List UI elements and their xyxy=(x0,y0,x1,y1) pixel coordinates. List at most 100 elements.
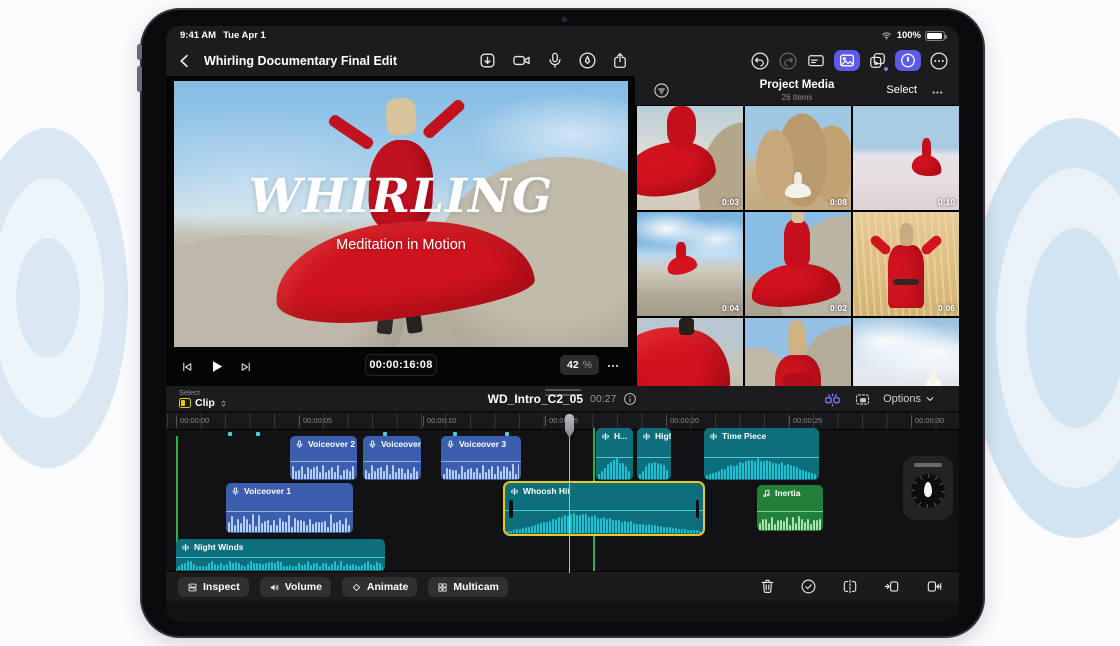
ipad-device: 9:41 AM Tue Apr 1 100% Whirling Document… xyxy=(140,8,985,638)
titles-icon[interactable] xyxy=(806,51,826,70)
front-camera xyxy=(562,17,567,22)
media-grid: 0:03 0:08 0:10 0:04 0:020:06 xyxy=(635,106,959,386)
waveform-icon xyxy=(642,432,651,441)
waveform-icon xyxy=(709,432,718,441)
clip-duration-badge: 0:03 xyxy=(722,197,739,207)
overwrite-clip-icon[interactable] xyxy=(925,578,943,595)
clip-duration-badge: 0:04 xyxy=(722,303,739,313)
split-clip-icon[interactable] xyxy=(841,578,859,595)
media-item-red-skirt-closeup[interactable] xyxy=(637,318,743,386)
fg-torso xyxy=(922,138,932,158)
clip-label: Voiceover 1 xyxy=(244,486,291,496)
live-drawing-icon[interactable] xyxy=(578,51,597,70)
media-item-rock-valley-white-dancer[interactable]: 0:08 xyxy=(745,106,851,210)
viewer-video-frame[interactable]: WHIRLING Meditation in Motion xyxy=(174,81,628,347)
app-toolbar: Whirling Documentary Final Edit xyxy=(166,45,959,76)
media-item-red-dancer-closeup[interactable]: 0:03 xyxy=(637,106,743,210)
select-button[interactable]: Select xyxy=(886,84,917,96)
audio-waveform xyxy=(507,511,701,533)
timeline-clip-voiceover-2[interactable]: Voiceover 2 xyxy=(363,436,421,480)
timeline-clip-inertia[interactable]: Inertia xyxy=(757,485,823,531)
media-item-wheat-field-red-man[interactable]: 0:06 xyxy=(853,212,959,316)
button-label: Animate xyxy=(367,581,408,593)
timeline-clip-voiceover-2[interactable]: Voiceover 2 xyxy=(290,436,357,480)
check-circle-icon[interactable] xyxy=(800,578,817,595)
trash-icon[interactable] xyxy=(759,577,776,595)
fg-hat xyxy=(788,320,807,356)
fg-torso xyxy=(667,106,697,148)
media-item-red-dancer-from-behind[interactable]: 0:02 xyxy=(745,212,851,316)
audio-waveform xyxy=(292,462,355,479)
speaker-icon xyxy=(269,582,280,593)
undo-icon[interactable] xyxy=(750,51,770,71)
zoom-level-control[interactable]: 42 % xyxy=(560,355,599,375)
clip-label: H... xyxy=(614,431,627,441)
marker-dot-cyan[interactable] xyxy=(256,432,260,436)
clip-label: Whoosh Hit xyxy=(523,486,570,496)
status-bar: 9:41 AM Tue Apr 1 100% xyxy=(166,26,959,45)
back-button[interactable] xyxy=(176,52,194,70)
media-browser-panel: Project Media 26 Items Select 0:030:080:… xyxy=(635,76,959,386)
media-browser-icon[interactable] xyxy=(834,50,860,71)
skip-forward-icon[interactable] xyxy=(239,360,253,374)
trim-handle-left[interactable] xyxy=(509,500,513,518)
jog-wheel-icon[interactable] xyxy=(895,50,921,71)
import-media-icon[interactable] xyxy=(478,51,497,70)
dancer-hat xyxy=(385,97,417,136)
insert-clip-icon[interactable] xyxy=(883,578,901,595)
timeline-clip-high[interactable]: High... xyxy=(637,428,671,480)
viewer-more-icon[interactable] xyxy=(605,358,621,374)
waveform-icon xyxy=(181,543,190,552)
media-item-tall-hat-man-crossed-arms[interactable] xyxy=(745,318,851,386)
play-button[interactable] xyxy=(208,358,225,375)
fg-extra xyxy=(893,279,918,285)
media-item-badlands-red-dancer[interactable]: 0:04 xyxy=(637,212,743,316)
project-title: Whirling Documentary Final Edit xyxy=(204,54,397,68)
timeline-clip-whoosh-hit[interactable]: Whoosh Hit xyxy=(503,481,705,536)
fg-torso xyxy=(888,245,924,307)
fg-torso xyxy=(775,355,822,386)
timecode-display[interactable]: 00:00:16:08 xyxy=(365,354,437,376)
timeline-clip-voiceover-1[interactable]: Voiceover 1 xyxy=(226,483,353,533)
microphone-icon xyxy=(295,440,304,449)
jog-wheel[interactable] xyxy=(903,456,953,520)
waveform-icon xyxy=(510,487,519,496)
volume-button[interactable]: Volume xyxy=(260,577,331,597)
audio-waveform xyxy=(178,558,383,570)
microphone-icon[interactable] xyxy=(546,51,564,70)
microphone-icon xyxy=(368,440,377,449)
fg-skirt xyxy=(750,260,842,309)
microphone-icon xyxy=(231,487,240,496)
video-camera-icon[interactable] xyxy=(511,51,532,70)
media-item-salt-flat-white-dancer[interactable] xyxy=(853,318,959,386)
status-time: 9:41 AM xyxy=(180,30,216,41)
clip-duration-badge: 0:08 xyxy=(830,197,847,207)
timeline-clip-voiceover-3[interactable]: Voiceover 3 xyxy=(441,436,521,480)
music-note-icon xyxy=(762,489,771,498)
subtitle-overlay: Meditation in Motion xyxy=(174,237,628,253)
share-icon[interactable] xyxy=(611,51,629,70)
top-chrome: 9:41 AM Tue Apr 1 100% Whirling Document… xyxy=(166,26,959,76)
audio-waveform xyxy=(598,458,631,479)
skip-back-icon[interactable] xyxy=(180,360,194,374)
battery-icon xyxy=(925,31,945,41)
media-item-salt-flat-red-dancer[interactable]: 0:10 xyxy=(853,106,959,210)
jog-wheel-dial[interactable] xyxy=(911,474,945,508)
marker-dot-cyan[interactable] xyxy=(228,432,232,436)
animate-button[interactable]: Animate xyxy=(342,577,417,597)
status-date: Tue Apr 1 xyxy=(223,30,266,41)
timeline-clip-h[interactable]: H... xyxy=(596,428,633,480)
clip-label: Inertia xyxy=(775,488,801,498)
inspect-button[interactable]: Inspect xyxy=(178,577,249,597)
multicam-button[interactable]: Multicam xyxy=(428,577,508,597)
jog-wheel-handle[interactable] xyxy=(914,463,942,467)
timeline-clip-time-piece[interactable]: Time Piece xyxy=(704,428,819,480)
trim-handle-right[interactable] xyxy=(696,500,700,518)
more-icon[interactable] xyxy=(929,51,949,71)
timeline-clip-night-winds[interactable]: Night Winds xyxy=(176,539,385,571)
media-more-icon[interactable] xyxy=(930,85,945,100)
effects-icon[interactable] xyxy=(868,51,887,70)
audio-waveform xyxy=(639,458,669,479)
audio-waveform xyxy=(759,512,821,530)
zoom-value: 42 xyxy=(567,359,579,371)
